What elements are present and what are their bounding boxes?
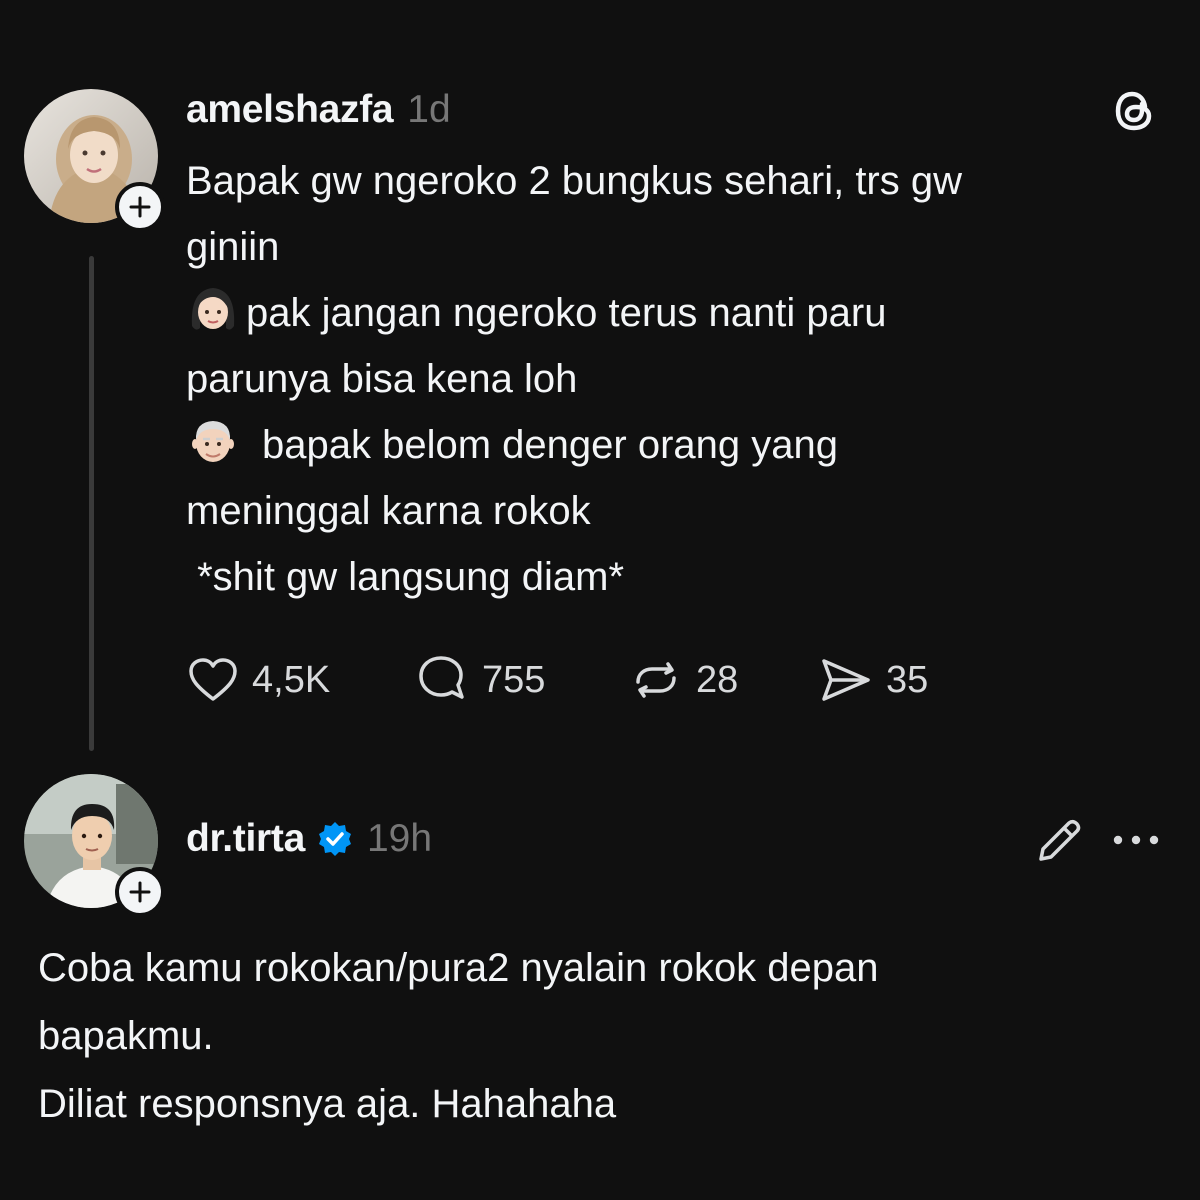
like-button[interactable]: 4,5K <box>186 652 330 708</box>
heart-icon <box>189 658 237 701</box>
pencil-icon <box>1039 819 1081 861</box>
post-body: Bapak gw ngeroko 2 bungkus sehari, trs g… <box>186 148 962 610</box>
reply-count: 755 <box>482 658 546 701</box>
post-line-text: bapak belom denger orang yang <box>262 423 838 467</box>
send-icon <box>822 659 870 701</box>
post-line: parunya bisa kena loh <box>186 357 578 401</box>
comment-icon <box>419 656 464 699</box>
post-line: *shit gw langsung diam* <box>186 555 625 599</box>
threads-icon <box>1115 91 1152 131</box>
thread-connector-line <box>89 256 94 751</box>
follow-button-dr-tirta[interactable] <box>115 867 165 917</box>
post-header: amelshazfa 1d <box>186 84 451 136</box>
reply-line: Coba kamu rokokan/pura2 nyalain rokok de… <box>38 946 879 990</box>
share-count: 35 <box>886 658 929 701</box>
verified-badge-icon <box>318 822 351 856</box>
old-man-emoji-icon <box>186 414 240 468</box>
post-line-with-emoji: pak jangan ngeroko terus nanti paru <box>186 280 962 346</box>
like-count: 4,5K <box>252 658 331 701</box>
more-icon <box>1113 835 1159 845</box>
reply-button[interactable]: 755 <box>414 652 545 708</box>
repost-count: 28 <box>696 658 739 701</box>
share-button[interactable]: 35 <box>818 652 928 708</box>
follow-button-amelshazfa[interactable] <box>115 182 165 232</box>
repost-button[interactable]: 28 <box>628 652 738 708</box>
reply-timestamp: 19h <box>366 817 433 860</box>
reply-line: Diliat responsnya aja. Hahahaha <box>38 1082 617 1126</box>
threads-logo-icon[interactable] <box>1108 84 1162 138</box>
edit-button[interactable] <box>1030 812 1088 870</box>
post-line-with-emoji: bapak belom denger orang yang <box>186 412 962 478</box>
post-line: giniin <box>186 225 280 269</box>
more-options-button[interactable] <box>1108 818 1164 862</box>
reply-username[interactable]: dr.tirta <box>186 817 305 861</box>
post-username[interactable]: amelshazfa <box>186 88 394 132</box>
reply-line: bapakmu. <box>38 1014 214 1058</box>
post-line: Bapak gw ngeroko 2 bungkus sehari, trs g… <box>186 159 962 203</box>
post-line-text: pak jangan ngeroko terus nanti paru <box>246 291 887 335</box>
woman-emoji-icon <box>186 282 240 336</box>
plus-icon <box>129 196 151 218</box>
reply-header: dr.tirta 19h <box>186 812 432 866</box>
reply-body: Coba kamu rokokan/pura2 nyalain rokok de… <box>38 934 879 1138</box>
plus-icon <box>129 881 151 903</box>
repost-icon <box>636 662 676 698</box>
post-line: meninggal karna rokok <box>186 489 591 533</box>
post-timestamp: 1d <box>407 88 451 131</box>
